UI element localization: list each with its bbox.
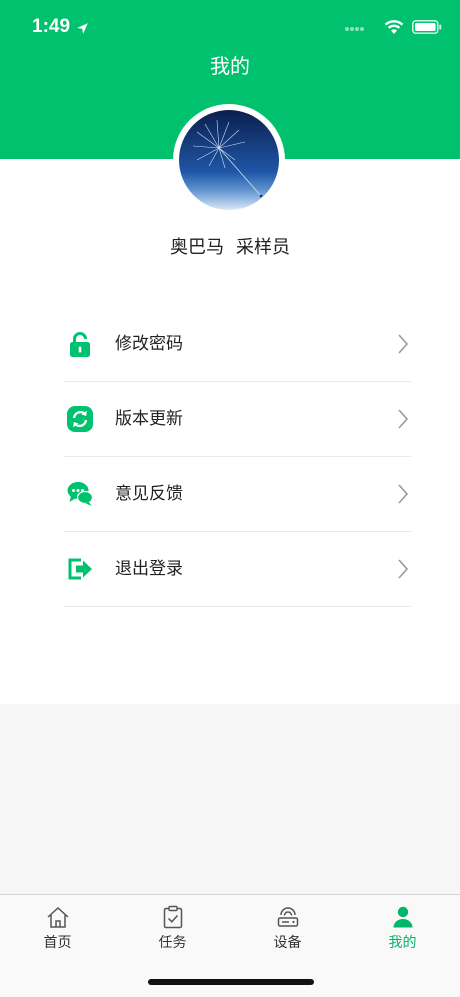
menu-item-version-update[interactable]: 版本更新: [64, 382, 411, 457]
tab-label: 设备: [273, 935, 302, 951]
empty-gray-area: [0, 704, 460, 894]
user-role: 采样员: [236, 237, 290, 258]
tab-label: 我的: [388, 935, 417, 951]
tab-home[interactable]: 首页: [0, 905, 115, 955]
user-info: 奥巴马 采样员: [0, 233, 460, 259]
chevron-right-icon: [398, 409, 409, 429]
menu-item-label: 修改密码: [115, 334, 183, 354]
person-icon: [393, 906, 412, 928]
location-arrow-icon: [77, 23, 88, 34]
battery-icon: [412, 20, 442, 34]
chevron-right-icon: [398, 559, 409, 579]
chat-bubbles-icon: [67, 482, 94, 506]
tab-label: 任务: [158, 935, 187, 951]
tab-tasks[interactable]: 任务: [115, 905, 230, 955]
tab-devices[interactable]: 设备: [230, 905, 345, 955]
signal-icon: [345, 27, 364, 31]
status-time: 1:49: [32, 16, 71, 37]
menu-item-label: 版本更新: [115, 409, 183, 429]
avatar-image: [179, 110, 279, 210]
page-title: 我的: [210, 54, 250, 78]
tab-label: 首页: [43, 935, 72, 951]
chevron-right-icon: [398, 484, 409, 504]
chevron-right-icon: [398, 334, 409, 354]
tab-mine[interactable]: 我的: [345, 905, 460, 955]
logout-icon: [68, 558, 92, 580]
settings-menu: 修改密码 版本更新 意见反馈 退出登录: [64, 307, 411, 607]
menu-item-label: 意见反馈: [115, 484, 183, 504]
menu-item-feedback[interactable]: 意见反馈: [64, 457, 411, 532]
lock-icon: [70, 332, 90, 357]
home-icon: [46, 906, 69, 928]
home-indicator[interactable]: [148, 979, 314, 985]
avatar[interactable]: [173, 104, 285, 216]
status-bar: 1:49: [0, 0, 460, 56]
device-icon: [277, 907, 298, 927]
menu-item-change-password[interactable]: 修改密码: [64, 307, 411, 382]
menu-item-label: 退出登录: [115, 559, 183, 579]
clipboard-check-icon: [163, 905, 182, 929]
wifi-icon: [384, 20, 404, 34]
user-name: 奥巴马: [170, 237, 224, 258]
refresh-icon: [67, 406, 93, 432]
menu-item-logout[interactable]: 退出登录: [64, 532, 411, 607]
